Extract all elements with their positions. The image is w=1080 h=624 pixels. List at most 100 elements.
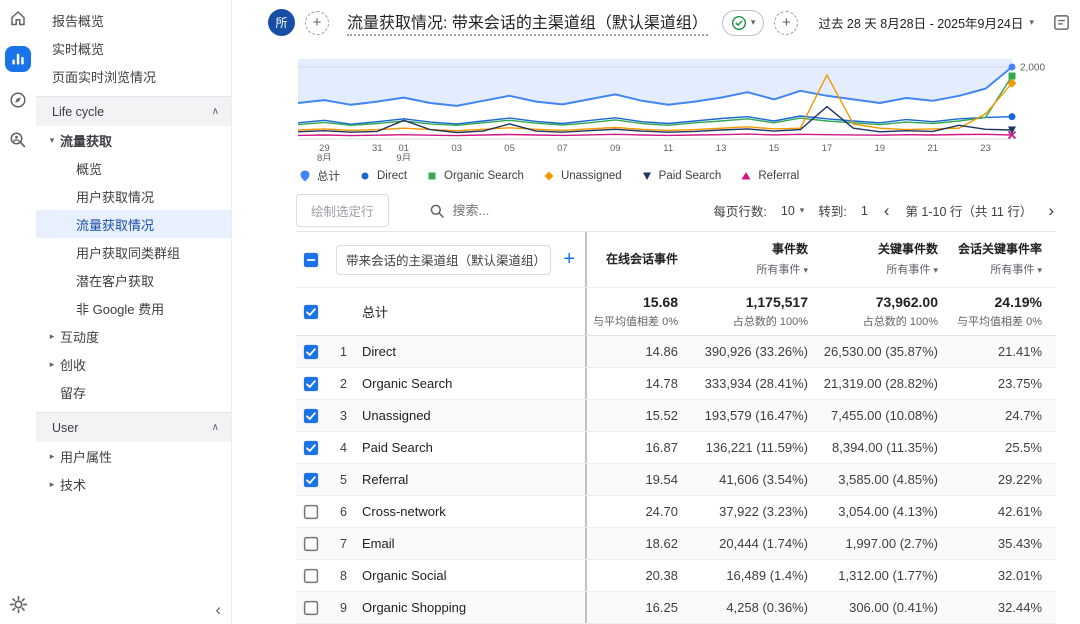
legend-item[interactable]: Organic Search (425, 169, 524, 183)
sidebar-item-label: 互动度 (60, 327, 99, 346)
row-index: 7 (336, 537, 362, 551)
sidebar-item[interactable]: 用户获取情况 (36, 182, 231, 210)
row-checkbox[interactable] (296, 432, 336, 463)
primary-dimension-dropdown[interactable]: 带来会话的主渠道组（默认渠道组） ▾ (336, 245, 551, 275)
metric-cell: 23.75% (952, 376, 1056, 391)
metric-cell: 8,394.00 (11.35%) (822, 440, 952, 455)
pagination-range-label: 第 1-10 行（共 11 行） (905, 201, 1032, 220)
add-dimension-button[interactable]: + (563, 248, 575, 271)
settings-gear-icon[interactable] (6, 592, 30, 616)
channel-name: Unassigned (362, 400, 587, 431)
sidebar-collapse-icon[interactable]: ‹ (215, 600, 221, 620)
advertising-icon[interactable] (6, 128, 30, 152)
chevron-right-icon: ▸ (44, 331, 60, 342)
table-row[interactable]: 2Organic Search14.78333,934 (28.41%)21,3… (296, 368, 1056, 400)
column-header[interactable]: 在线会话事件 (587, 252, 692, 268)
metric-cell: 16.87 (587, 440, 692, 455)
explore-icon[interactable] (6, 88, 30, 112)
rows-per-page-dropdown[interactable]: 10 ▾ (781, 204, 804, 218)
table-row[interactable]: 5Referral19.5441,606 (3.54%)3,585.00 (4.… (296, 464, 1056, 496)
page-next-icon[interactable]: › (1046, 202, 1056, 219)
plot-selected-rows-button[interactable]: 绘制选定行 (296, 194, 389, 227)
icon-rail (0, 0, 36, 624)
sidebar-item-label: 流量获取情况 (76, 215, 154, 234)
sidebar-item-label: 流量获取 (60, 131, 112, 150)
table-row[interactable]: 4Paid Search16.87136,221 (11.59%)8,394.0… (296, 432, 1056, 464)
sidebar-item[interactable]: 页面实时浏览情况 (36, 62, 231, 90)
total-label: 总计 (336, 288, 587, 335)
sidebar-item[interactable]: ▸用户属性 (36, 442, 231, 470)
row-checkbox[interactable] (296, 560, 336, 591)
legend-item[interactable]: 总计 (298, 168, 340, 184)
legend-item[interactable]: Direct (358, 169, 407, 183)
sidebar-item[interactable]: ▾流量获取 (36, 126, 231, 154)
traffic-chart: 2,000298月31019月0305070911131517192123 总计… (296, 53, 1056, 184)
column-header[interactable]: 事件数所有事件 ▾ (692, 242, 822, 277)
metric-cell: 16.25 (587, 600, 692, 615)
row-checkbox[interactable] (296, 464, 336, 495)
sidebar-item-label: 报告概览 (52, 11, 104, 30)
add-comparison-button[interactable]: + (305, 11, 329, 35)
metric-cell: 24.70 (587, 504, 692, 519)
sidebar-item[interactable]: 报告概览 (36, 6, 231, 34)
report-sidebar: 报告概览实时概览页面实时浏览情况 Life cycle∧▾流量获取概览用户获取情况… (36, 0, 232, 624)
report-title[interactable]: 流量获取情况: 带来会话的主渠道组（默认渠道组） (347, 9, 708, 36)
search-input[interactable] (453, 203, 583, 218)
sidebar-item[interactable]: User∧ (36, 412, 231, 442)
chevron-down-icon: ▾ (751, 17, 756, 28)
sidebar-item[interactable]: 非 Google 费用 (36, 294, 231, 322)
date-range-picker[interactable]: 过去 28 天 8月28日 - 2025年9月24日 ▾ (818, 13, 1033, 32)
sidebar-item[interactable]: 实时概览 (36, 34, 231, 62)
metric-cell: 136,221 (11.59%) (692, 440, 822, 455)
metric-cell: 4,258 (0.36%) (692, 600, 822, 615)
sidebar-item[interactable]: Life cycle∧ (36, 96, 231, 126)
channel-name: Email (362, 528, 587, 559)
row-checkbox[interactable] (296, 528, 336, 559)
row-checkbox[interactable] (296, 496, 336, 527)
column-header[interactable]: 关键事件数所有事件 ▾ (822, 242, 952, 277)
metric-cell: 15.52 (587, 408, 692, 423)
table-row[interactable]: 3Unassigned15.52193,579 (16.47%)7,455.00… (296, 400, 1056, 432)
pin-marker-icon (298, 169, 312, 183)
pagination-controls: 每页行数: 10 ▾ 转到: 1 ‹ 第 1-10 行（共 11 行） › (713, 201, 1056, 220)
notes-icon[interactable] (1052, 13, 1071, 32)
select-all-checkbox[interactable] (296, 232, 336, 287)
sidebar-item[interactable]: 潜在客户获取 (36, 266, 231, 294)
home-icon[interactable] (6, 6, 30, 30)
row-checkbox[interactable] (296, 368, 336, 399)
sidebar-item[interactable]: 概览 (36, 154, 231, 182)
sidebar-item[interactable]: 用户获取同类群组 (36, 238, 231, 266)
row-checkbox[interactable] (296, 336, 336, 367)
table-row[interactable]: 6Cross-network24.7037,922 (3.23%)3,054.0… (296, 496, 1056, 528)
row-checkbox[interactable] (296, 592, 336, 623)
sidebar-item[interactable]: ▸互动度 (36, 322, 231, 350)
add-report-chip-button[interactable]: + (774, 11, 798, 35)
column-header[interactable]: 会话关键事件率所有事件 ▾ (952, 242, 1056, 277)
goto-page-value[interactable]: 1 (861, 204, 868, 218)
legend-item[interactable]: Paid Search (640, 169, 722, 183)
channel-name: Direct (362, 336, 587, 367)
reports-icon[interactable] (5, 46, 31, 72)
total-cell: 15.68与平均值相差 0% (587, 294, 692, 329)
chevron-down-icon: ▾ (1029, 17, 1034, 28)
report-status-menu[interactable]: ▾ (722, 10, 765, 36)
comparison-chip[interactable]: 所 (268, 9, 295, 36)
primary-dimension-label: 带来会话的主渠道组（默认渠道组） (346, 250, 546, 269)
table-row[interactable]: 8Organic Social20.3816,489 (1.4%)1,312.0… (296, 560, 1056, 592)
sidebar-item[interactable]: 留存 (36, 378, 231, 406)
row-checkbox[interactable] (296, 400, 336, 431)
table-row[interactable]: 1Direct14.86390,926 (33.26%)26,530.00 (3… (296, 336, 1056, 368)
legend-item[interactable]: Unassigned (542, 169, 622, 183)
sidebar-item[interactable]: ▸技术 (36, 470, 231, 498)
x-tick-label: 13 (716, 143, 727, 154)
legend-item[interactable]: Referral (739, 169, 799, 183)
table-row[interactable]: 7Email18.6220,444 (1.74%)1,997.00 (2.7%)… (296, 528, 1056, 560)
metric-cell: 18.62 (587, 536, 692, 551)
sidebar-item[interactable]: ▸创收 (36, 350, 231, 378)
table-row[interactable]: 9Organic Shopping16.254,258 (0.36%)306.0… (296, 592, 1056, 624)
total-cell: 24.19%与平均值相差 0% (952, 294, 1056, 329)
total-cell: 1,175,517占总数的 100% (692, 294, 822, 329)
total-checkbox[interactable] (296, 288, 336, 335)
sidebar-item[interactable]: 流量获取情况 (36, 210, 231, 238)
page-prev-icon[interactable]: ‹ (882, 202, 892, 219)
